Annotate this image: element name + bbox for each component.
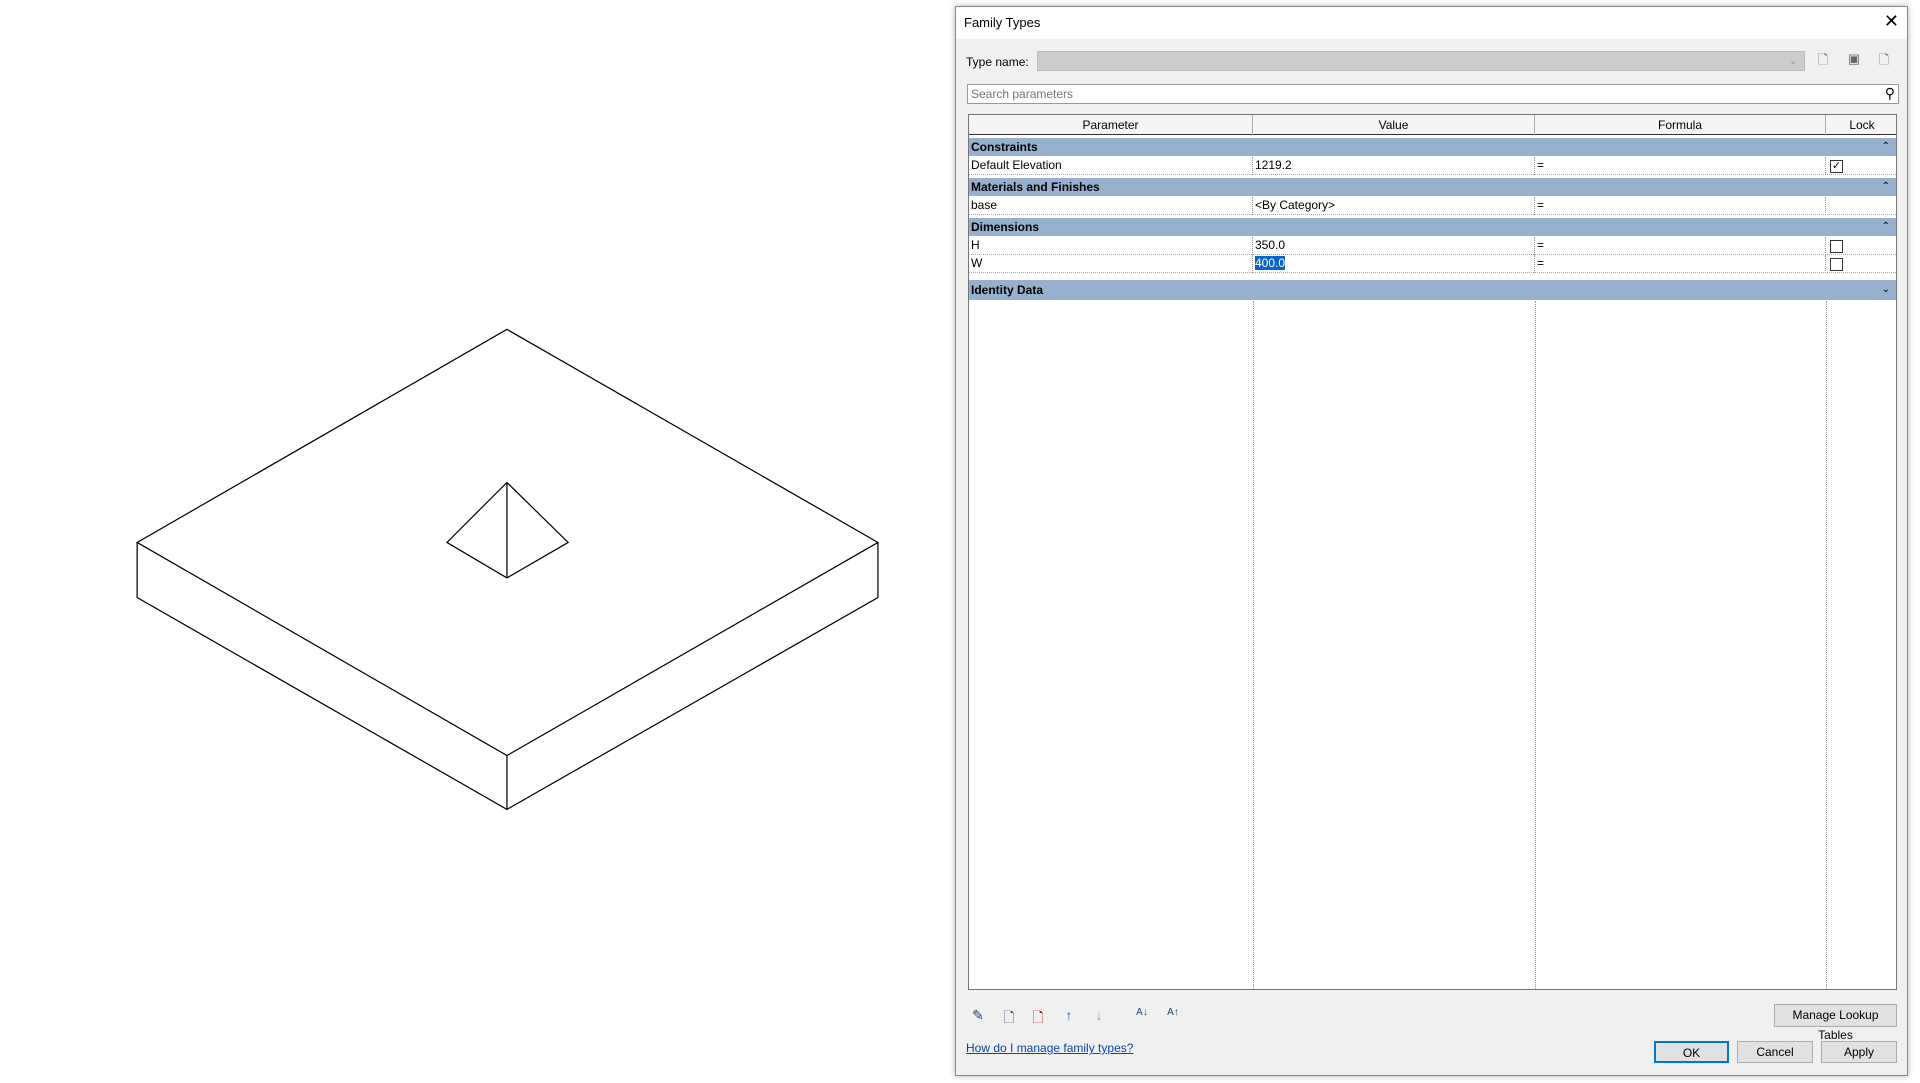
- dialog-title: Family Types: [964, 15, 1041, 30]
- close-icon[interactable]: ✕: [1884, 11, 1899, 32]
- type-name-label: Type name:: [966, 55, 1029, 69]
- manage-lookup-tables-button[interactable]: Manage Lookup Tables: [1774, 1004, 1897, 1042]
- param-value[interactable]: <By Category>: [1253, 197, 1535, 215]
- help-link[interactable]: How do I manage family types?: [966, 1041, 1133, 1055]
- ok-button[interactable]: OK: [1654, 1041, 1729, 1063]
- column-divider: [1826, 301, 1827, 989]
- collapse-icon[interactable]: ⌃: [1882, 178, 1890, 196]
- collapse-icon[interactable]: ⌃: [1882, 138, 1890, 156]
- search-box: ⚲: [967, 84, 1899, 104]
- new-type-icon[interactable]: 🗋: [1813, 51, 1833, 71]
- param-value-cell[interactable]: 400.0: [1253, 255, 1535, 273]
- parameters-table: Parameter Value Formula Lock Constraints…: [968, 114, 1897, 990]
- table-row[interactable]: Default Elevation 1219.2 = ✓: [969, 157, 1896, 175]
- param-name: H: [969, 237, 1253, 255]
- search-icon[interactable]: ⚲: [1885, 85, 1895, 102]
- table-row[interactable]: base <By Category> =: [969, 197, 1896, 215]
- title-bar: Family Types ✕: [956, 7, 1907, 39]
- type-name-dropdown[interactable]: ⌄: [1037, 51, 1805, 71]
- collapse-icon[interactable]: ⌃: [1882, 218, 1890, 236]
- group-label: Dimensions: [971, 220, 1040, 234]
- expand-icon[interactable]: ⌄: [1882, 280, 1890, 300]
- group-materials[interactable]: Materials and Finishes ⌃: [969, 178, 1896, 196]
- new-parameter-icon[interactable]: 🗋: [999, 1007, 1019, 1027]
- table-row[interactable]: H 350.0 =: [969, 237, 1896, 255]
- search-input[interactable]: [968, 85, 1868, 103]
- param-formula[interactable]: =: [1535, 255, 1826, 273]
- move-down-icon[interactable]: ↓: [1089, 1007, 1109, 1027]
- rename-type-icon[interactable]: ▣: [1844, 51, 1864, 71]
- group-constraints[interactable]: Constraints ⌃: [969, 138, 1896, 156]
- delete-type-icon[interactable]: 🗋: [1874, 51, 1894, 71]
- sort-ascending-icon[interactable]: A↓: [1132, 1007, 1152, 1027]
- table-row[interactable]: W 400.0 =: [969, 255, 1896, 273]
- move-up-icon[interactable]: ↑: [1059, 1007, 1079, 1027]
- param-formula[interactable]: =: [1535, 237, 1826, 255]
- chevron-down-icon: ⌄: [1788, 55, 1798, 67]
- column-divider: [1535, 301, 1536, 989]
- group-dimensions[interactable]: Dimensions ⌃: [969, 218, 1896, 236]
- column-formula[interactable]: Formula: [1535, 115, 1826, 135]
- table-header: Parameter Value Formula Lock: [969, 115, 1896, 135]
- lock-cell: [1826, 197, 1898, 215]
- family-types-dialog: Family Types ✕ Type name: ⌄ 🗋 ▣ 🗋 ⚲ Para…: [955, 6, 1908, 1076]
- param-formula[interactable]: =: [1535, 197, 1826, 215]
- column-parameter[interactable]: Parameter: [969, 115, 1253, 135]
- edit-parameter-icon[interactable]: ✎: [968, 1007, 988, 1027]
- column-lock[interactable]: Lock: [1826, 115, 1898, 135]
- 3d-model-viewport[interactable]: [0, 0, 950, 1080]
- param-value[interactable]: 1219.2: [1253, 157, 1535, 175]
- group-label: Identity Data: [971, 283, 1044, 297]
- param-name: W: [969, 255, 1253, 273]
- lock-cell: ✓: [1826, 157, 1898, 175]
- lock-checkbox[interactable]: [1830, 258, 1843, 271]
- param-name: Default Elevation: [969, 157, 1253, 175]
- param-name: base: [969, 197, 1253, 215]
- param-formula[interactable]: =: [1535, 157, 1826, 175]
- column-value[interactable]: Value: [1253, 115, 1535, 135]
- apply-button[interactable]: Apply: [1821, 1041, 1897, 1063]
- sort-descending-icon[interactable]: A↑: [1163, 1007, 1183, 1027]
- group-label: Constraints: [971, 140, 1038, 154]
- cancel-button[interactable]: Cancel: [1737, 1041, 1813, 1063]
- delete-parameter-icon[interactable]: 🗋: [1028, 1007, 1048, 1027]
- lock-checkbox[interactable]: [1830, 240, 1843, 253]
- lock-cell: [1826, 237, 1898, 255]
- group-identity-data[interactable]: Identity Data ⌄: [969, 280, 1896, 300]
- lock-checkbox[interactable]: ✓: [1830, 160, 1843, 173]
- lock-cell: [1826, 255, 1898, 273]
- param-value[interactable]: 350.0: [1253, 237, 1535, 255]
- column-divider: [1253, 301, 1254, 989]
- param-value-selected[interactable]: 400.0: [1255, 256, 1286, 270]
- group-label: Materials and Finishes: [971, 180, 1100, 194]
